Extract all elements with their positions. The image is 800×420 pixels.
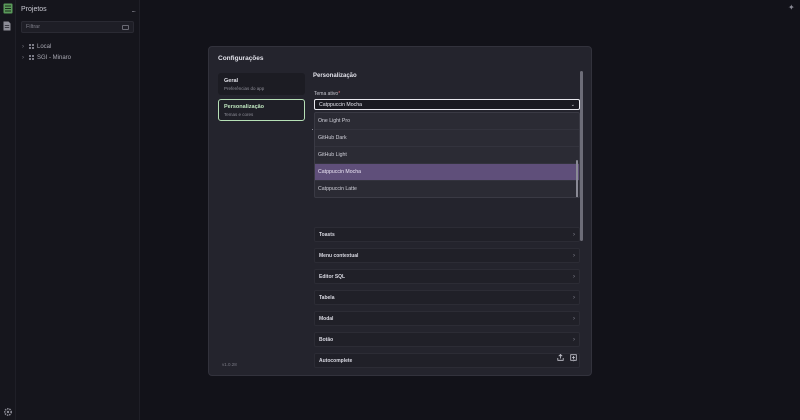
sparkle-icon[interactable]: ✦ (788, 3, 797, 12)
project-sidebar: Projetos ... › Local › SGI - Minaro (16, 0, 140, 420)
settings-nav: Geral Preferências do app Personalização… (218, 73, 305, 125)
settings-content: Personalização Tema ativo* Catppuccin Mo… (312, 71, 583, 371)
nav-item-personalizacao[interactable]: Personalização Temas e cores (218, 99, 305, 121)
project-tree: › Local › SGI - Minaro (22, 41, 71, 63)
dialog-footer-actions (557, 353, 577, 361)
database-icon[interactable] (3, 3, 13, 14)
section-label: Toasts (319, 231, 335, 238)
section-label: Tabela (319, 294, 335, 301)
section-label: Editor SQL (319, 273, 346, 280)
filter-input[interactable] (26, 24, 116, 30)
theme-field-label: Tema ativo* (314, 91, 340, 97)
theme-select-value: Catppuccin Mocha (319, 101, 362, 108)
theme-option[interactable]: Catppuccin Latte (315, 181, 579, 197)
theme-select[interactable]: Catppuccin Mocha ⌄ (314, 99, 580, 110)
grid-icon (29, 44, 34, 49)
tree-item-label: SGI - Minaro (37, 54, 72, 61)
tree-item-local[interactable]: › Local (22, 41, 71, 52)
chevron-right-icon[interactable]: › (22, 44, 28, 50)
settings-dialog: Configurações Geral Preferências do app … (208, 46, 592, 376)
section-toasts[interactable]: Toasts › (314, 227, 580, 242)
chevron-down-icon: ⌄ (570, 101, 575, 108)
version-label: v1.0.28 (222, 362, 237, 367)
gear-icon[interactable] (3, 407, 13, 417)
section-menu-contextual[interactable]: Menu contextual › (314, 248, 580, 263)
dropdown-scrollbar[interactable] (576, 160, 578, 197)
keyboard-icon (122, 24, 129, 30)
chevron-right-icon: › (573, 231, 575, 238)
nav-label: Geral (224, 78, 239, 84)
activity-bar (0, 0, 16, 420)
nav-label: Personalização (224, 104, 265, 110)
sidebar-header: Projetos ... (21, 4, 136, 14)
tree-item-label: Local (37, 43, 52, 50)
nav-sublabel: Temas e cores (224, 112, 254, 117)
chevron-right-icon: › (573, 252, 575, 259)
content-scrollbar[interactable] (580, 71, 583, 241)
import-icon[interactable] (570, 354, 577, 361)
theme-dropdown: One Light Pro GitHub Dark GitHub Light C… (314, 112, 580, 198)
sidebar-title: Projetos (21, 5, 47, 13)
section-label: Menu contextual (319, 252, 359, 259)
more-icon[interactable]: ... (131, 5, 136, 14)
section-title: Personalização (313, 73, 357, 79)
grid-icon (29, 55, 34, 60)
tree-item-sgi[interactable]: › SGI - Minaro (22, 52, 71, 63)
chevron-right-icon: › (573, 273, 575, 280)
section-label: Autocomplete (319, 357, 353, 364)
section-editor-sql[interactable]: Editor SQL › (314, 269, 580, 284)
bullet-dot (312, 129, 313, 130)
section-label: Botão (319, 336, 334, 343)
file-icon[interactable] (3, 21, 13, 32)
dialog-title: Configurações (218, 55, 264, 62)
section-autocomplete[interactable]: Autocomplete › (314, 353, 580, 368)
required-mark: * (338, 91, 341, 97)
chevron-right-icon[interactable]: › (22, 55, 28, 61)
theme-option[interactable]: GitHub Light (315, 147, 579, 164)
field-label-text: Tema ativo (314, 91, 339, 97)
chevron-right-icon: › (573, 294, 575, 301)
section-modal[interactable]: Modal › (314, 311, 580, 326)
theme-option-selected[interactable]: Catppuccin Mocha (315, 164, 579, 181)
theme-option[interactable]: GitHub Dark (315, 130, 579, 147)
chevron-right-icon: › (573, 336, 575, 343)
filter-box (21, 21, 134, 33)
export-icon[interactable] (557, 353, 564, 361)
section-botao[interactable]: Botão › (314, 332, 580, 347)
nav-sublabel: Preferências do app (224, 86, 265, 91)
chevron-right-icon: › (573, 315, 575, 322)
nav-item-geral[interactable]: Geral Preferências do app (218, 73, 305, 95)
theme-option[interactable]: One Light Pro (315, 113, 579, 130)
section-label: Modal (319, 315, 334, 322)
section-tabela[interactable]: Tabela › (314, 290, 580, 305)
